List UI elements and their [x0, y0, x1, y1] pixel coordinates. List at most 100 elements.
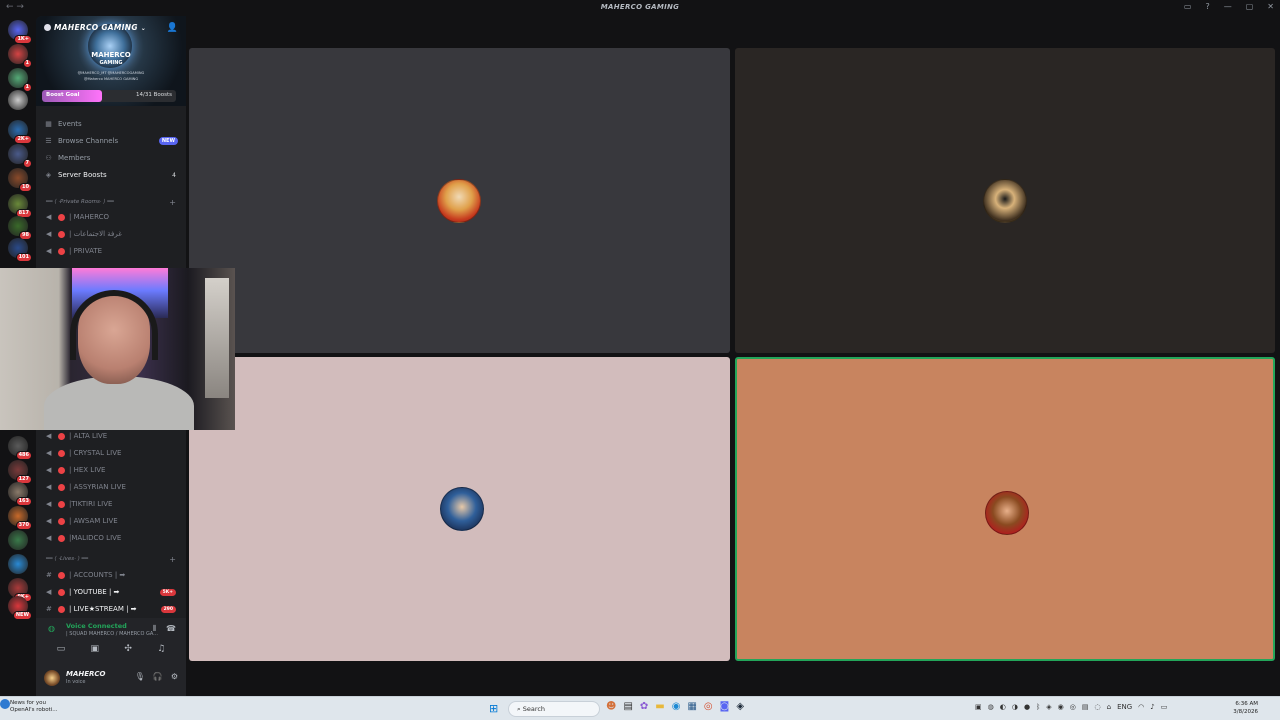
- bluetooth-icon[interactable]: ᛒ: [1036, 703, 1040, 711]
- server-icon[interactable]: [8, 530, 28, 550]
- add-channel-icon[interactable]: +: [169, 555, 176, 564]
- user-name[interactable]: MAHERCO: [66, 670, 106, 678]
- text-channel[interactable]: # | LIVE★STREAM | ➡ 290: [46, 602, 178, 616]
- file-explorer-icon[interactable]: ▬: [655, 701, 664, 712]
- server-banner[interactable]: MAHERCO GAMING @MAHERCO_MT @MAHERCOGAMIN…: [36, 16, 186, 106]
- live-dot-icon: [58, 213, 65, 221]
- server-icon[interactable]: 486: [8, 436, 32, 460]
- boost-goal-bar[interactable]: Boost Goal 14/31 Boosts: [42, 90, 176, 102]
- signal-icon[interactable]: ◍: [48, 624, 55, 633]
- headphones-icon[interactable]: 🎧: [153, 672, 163, 681]
- server-icon[interactable]: [8, 90, 28, 110]
- participant-tile[interactable]: [189, 48, 730, 353]
- server-icon[interactable]: 1: [8, 44, 32, 68]
- voice-channel[interactable]: ◀ | CRYSTAL LIVE: [46, 446, 178, 460]
- hashtag-icon: #: [46, 605, 52, 613]
- voice-channel-name[interactable]: | SQUAD MAHERCO / MAHERCO GA...: [66, 631, 162, 637]
- nav-browse-channels[interactable]: ☰ Browse Channels NEW: [44, 134, 178, 148]
- screen-share-icon[interactable]: ▣: [91, 644, 100, 654]
- category-lives[interactable]: ━━ ⟨ ·Lives· ⟩ ━━ +: [46, 555, 176, 566]
- taskbar-clock[interactable]: 6:36 AM 3/8/2026: [1233, 700, 1258, 716]
- camera-icon[interactable]: ▭: [57, 644, 66, 654]
- tray-app-icon[interactable]: ◍: [988, 703, 994, 711]
- voice-channel[interactable]: ◀ | AWSAM LIVE: [46, 514, 178, 528]
- server-name-button[interactable]: MAHERCO GAMING ⌄: [44, 23, 146, 32]
- copilot-icon[interactable]: ✿: [640, 701, 648, 712]
- server-icon[interactable]: 2K+: [8, 120, 32, 144]
- server-icon[interactable]: 1K+: [8, 20, 32, 44]
- speaker-icon: ◀: [46, 432, 52, 440]
- server-icon[interactable]: 817: [8, 194, 32, 218]
- app-icon[interactable]: ▦: [687, 701, 696, 712]
- server-icon[interactable]: 7: [8, 144, 32, 168]
- avatars-app-icon[interactable]: ☻: [606, 701, 616, 712]
- text-channel[interactable]: # | ACCOUNTS | ➡: [46, 568, 178, 582]
- tray-app-icon[interactable]: ◈: [1046, 703, 1051, 711]
- activities-icon[interactable]: ✣: [124, 644, 132, 654]
- chrome-icon[interactable]: ◎: [704, 701, 713, 712]
- server-icon[interactable]: NEW: [8, 596, 32, 620]
- help-icon[interactable]: ?: [1205, 2, 1209, 11]
- language-indicator[interactable]: ENG: [1117, 703, 1132, 711]
- volume-icon[interactable]: ♪: [1150, 703, 1154, 711]
- tray-app-icon[interactable]: ◐: [1000, 703, 1006, 711]
- server-icon[interactable]: 98: [8, 216, 32, 240]
- invite-people-icon[interactable]: 👤: [167, 23, 178, 33]
- voice-channel[interactable]: ◀ | ALTA LIVE: [46, 429, 178, 443]
- add-channel-icon[interactable]: +: [169, 198, 176, 207]
- tray-app-icon[interactable]: ◎: [1070, 703, 1076, 711]
- edge-icon[interactable]: ◉: [672, 701, 681, 712]
- voice-channel[interactable]: ◀ |TIKTIRI LIVE: [46, 497, 178, 511]
- voice-channel[interactable]: ◀ |MALIDCO LIVE: [46, 531, 178, 545]
- category-private-rooms[interactable]: ━━ ⟨ ·Private Rooms· ⟩ ━━ +: [46, 198, 176, 209]
- discord-icon[interactable]: ◙: [720, 701, 730, 712]
- server-icon[interactable]: 101: [8, 238, 32, 262]
- nvidia-icon[interactable]: ▣: [975, 703, 982, 711]
- voice-status[interactable]: Voice Connected: [66, 622, 127, 630]
- tray-app-icon[interactable]: ▤: [1082, 703, 1089, 711]
- noise-suppression-icon[interactable]: ⫴: [153, 624, 156, 634]
- voice-channel[interactable]: ◀ | MAHERCO: [46, 210, 178, 224]
- maximize-icon[interactable]: ▢: [1246, 2, 1254, 11]
- taskbar-search[interactable]: ⌕ Search: [508, 701, 600, 717]
- close-icon[interactable]: ✕: [1267, 2, 1274, 11]
- task-view-icon[interactable]: ▤: [623, 701, 632, 712]
- voice-channel[interactable]: ◀ | غرفة الاجتماعات: [46, 227, 178, 241]
- text-channel[interactable]: ◀ | YOUTUBE | ➡ 5K+: [46, 585, 178, 599]
- disconnect-icon[interactable]: ☎: [166, 624, 176, 634]
- windows-start-icon[interactable]: ⊞: [489, 702, 498, 715]
- server-icon[interactable]: 10: [8, 168, 32, 192]
- participant-tile[interactable]: [189, 357, 730, 661]
- server-icon[interactable]: 9K+: [8, 578, 32, 602]
- battery-icon[interactable]: ▭: [1161, 703, 1168, 711]
- tray-app-icon[interactable]: ◉: [1058, 703, 1064, 711]
- minimize-icon[interactable]: —: [1224, 2, 1232, 11]
- news-widget-icon[interactable]: [0, 699, 10, 709]
- server-icon[interactable]: [8, 554, 28, 574]
- nav-members[interactable]: ⚇ Members: [44, 151, 178, 165]
- server-icon[interactable]: 163: [8, 482, 32, 506]
- participant-tile[interactable]: [735, 48, 1275, 353]
- inbox-icon[interactable]: ▭: [1184, 2, 1192, 11]
- participant-tile-speaking[interactable]: [735, 357, 1275, 661]
- settings-gear-icon[interactable]: ⚙: [171, 672, 178, 681]
- server-icon[interactable]: 127: [8, 460, 32, 484]
- server-icon[interactable]: 370: [8, 506, 32, 530]
- nav-server-boosts[interactable]: ◈ Server Boosts 4: [44, 168, 178, 182]
- news-widget[interactable]: News for you OpenAI's roboti...: [10, 700, 58, 714]
- voice-channel[interactable]: ◀ | PRIVATE: [46, 244, 178, 258]
- microphone-icon[interactable]: 🎙: [135, 672, 145, 681]
- voice-channel[interactable]: ◀ | HEX LIVE: [46, 463, 178, 477]
- tray-app-icon[interactable]: ●: [1024, 703, 1030, 711]
- steam-icon[interactable]: ◈: [736, 701, 744, 712]
- server-icon[interactable]: 1: [8, 68, 32, 92]
- network-icon[interactable]: ◠: [1138, 703, 1144, 711]
- voice-channel[interactable]: ◀ | ASSYRIAN LIVE: [46, 480, 178, 494]
- tray-app-icon[interactable]: ◑: [1012, 703, 1018, 711]
- avatar[interactable]: [44, 670, 60, 686]
- soundboard-icon[interactable]: ♫: [157, 644, 165, 654]
- logo-sub: GAMING: [99, 60, 123, 66]
- tray-app-icon[interactable]: ◌: [1095, 703, 1101, 711]
- nav-events[interactable]: ▦ Events: [44, 117, 178, 131]
- tray-app-icon[interactable]: ⌂: [1107, 703, 1111, 711]
